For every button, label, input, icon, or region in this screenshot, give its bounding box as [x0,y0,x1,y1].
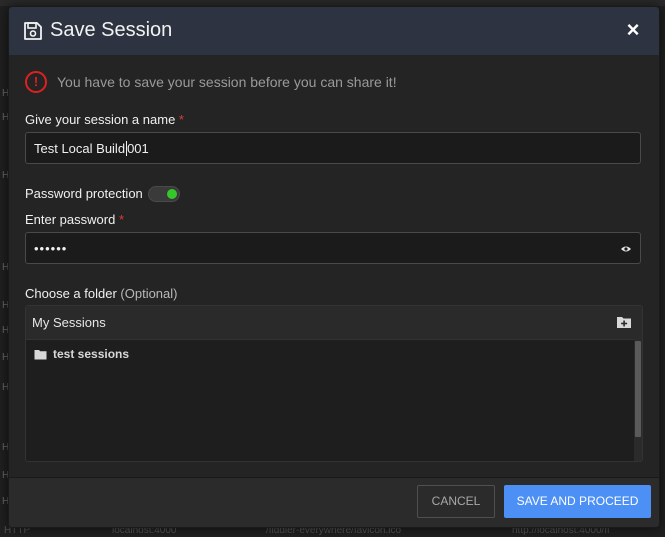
save-and-proceed-button[interactable]: SAVE AND PROCEED [504,485,651,518]
toggle-knob [167,189,177,199]
folder-item-test-sessions[interactable]: test sessions [34,347,129,361]
cancel-button[interactable]: CANCEL [417,485,495,518]
warning-text: You have to save your session before you… [57,74,397,90]
session-name-value-start: Test Local Build [34,140,126,156]
required-mark: * [118,212,125,227]
add-folder-icon[interactable] [616,315,632,329]
password-label-text: Enter password [25,212,116,227]
close-icon[interactable]: × [623,19,643,41]
password-input[interactable]: •••••• [25,232,641,264]
session-name-label-text: Give your session a name [25,112,176,127]
session-name-label: Give your session a name * [25,112,184,127]
exclamation-circle-icon: ! [25,71,47,93]
share-warning: ! You have to save your session before y… [25,71,397,93]
folder-item-label: test sessions [53,347,130,361]
folder-icon [34,349,47,359]
save-session-dialog: Save Session × ! You have to save your s… [8,6,660,528]
password-protection-label: Password protection [25,186,143,201]
optional-hint: (Optional) [120,286,178,301]
password-label: Enter password * [25,212,124,227]
password-value: •••••• [34,240,68,256]
folder-tree-root[interactable]: My Sessions [26,306,642,340]
floppy-disk-icon [24,22,42,40]
folder-label-text: Choose a folder [25,286,117,301]
required-mark: * [178,112,184,127]
dialog-header: Save Session × [9,7,659,55]
eye-icon[interactable] [620,243,632,255]
session-name-input[interactable]: Test Local Build 001 [25,132,641,164]
session-name-value-end: 001 [127,140,149,156]
folder-label: Choose a folder (Optional) [25,286,177,301]
dialog-footer: CANCEL SAVE AND PROCEED [9,477,659,527]
folder-tree: My Sessions test sessions [25,305,643,462]
root-folder-label: My Sessions [32,315,106,330]
dialog-title: Save Session [50,19,173,41]
password-protection-toggle[interactable] [148,186,180,202]
folder-tree-scrollbar[interactable] [634,339,642,461]
scrollbar-thumb[interactable] [635,341,641,437]
